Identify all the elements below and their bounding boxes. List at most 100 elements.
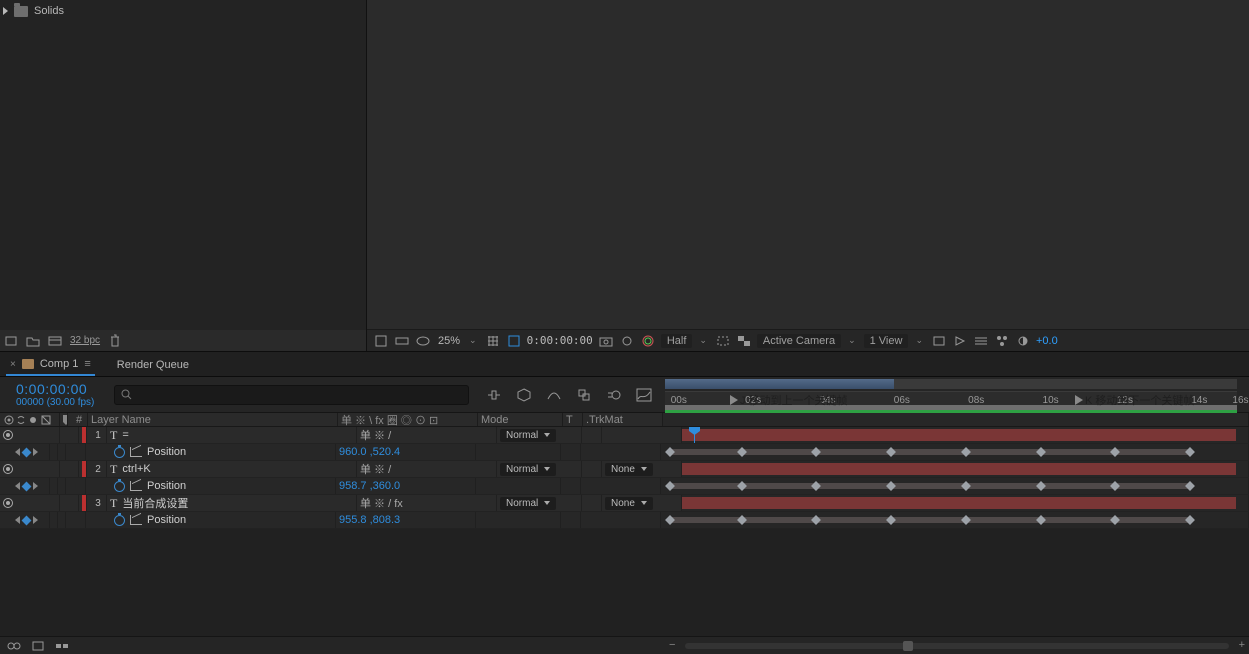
trkmat-dropdown[interactable]: None [605,497,653,510]
t-column-header[interactable]: T [563,413,583,426]
layer-name[interactable]: ctrl+K [122,463,150,475]
label-color[interactable] [82,461,86,477]
layer-switches[interactable]: 单 ※ / [357,461,497,477]
reset-exposure-icon[interactable] [1015,333,1031,349]
guides-icon[interactable] [506,333,522,349]
tab-menu-icon[interactable]: ≡ [84,358,90,370]
graph-icon[interactable] [130,515,142,525]
flowchart-icon[interactable] [994,333,1010,349]
keyframe-track[interactable] [661,512,1236,528]
color-mgmt-icon[interactable] [640,333,656,349]
fast-preview-icon[interactable] [952,333,968,349]
keyframe-diamond[interactable] [1185,515,1195,525]
current-time[interactable]: 0:00:00:00 00000 (30.00 fps) [0,381,110,408]
blend-mode-dropdown[interactable]: Normal [500,429,556,442]
roi-icon[interactable] [715,333,731,349]
marker-j[interactable]: J 移动到上一个关键帧 [730,392,848,408]
view-layout-dropdown[interactable]: 1 View ⌄ [864,330,926,352]
next-keyframe-icon[interactable] [33,482,38,490]
viewer-time[interactable]: 0:00:00:00 [527,334,593,347]
stopwatch-icon[interactable] [114,515,125,526]
prev-keyframe-icon[interactable] [15,482,20,490]
visibility-toggle[interactable] [3,464,13,474]
layer-search-input[interactable] [114,385,469,405]
position-value[interactable]: 955.8 ,808.3 [339,514,400,526]
next-keyframe-icon[interactable] [33,448,38,456]
new-comp-icon[interactable] [48,334,62,348]
layer-duration-bar[interactable] [682,463,1236,475]
layer-row[interactable]: 3T当前合成设置单 ※ / fxNormalNone [0,495,1249,512]
marker-k[interactable]: K 移动到下一个关键帧 [1075,392,1194,408]
layer-name[interactable]: 当前合成设置 [122,495,188,511]
interpret-icon[interactable] [4,334,18,348]
keyframe-diamond[interactable] [1185,481,1195,491]
trash-icon[interactable] [108,334,122,348]
alpha-icon[interactable] [373,333,389,349]
layer-switches[interactable]: 单 ※ / [357,427,497,443]
tab-comp1[interactable]: × Comp 1 ≡ [6,354,95,376]
show-snapshot-icon[interactable] [619,333,635,349]
layer-switches[interactable]: 单 ※ / fx [357,495,497,511]
switches-column-header[interactable]: 单 ※ \ fx 圈 ◎ ⊙ ⊡ [338,413,478,426]
stopwatch-icon[interactable] [114,481,125,492]
add-keyframe-icon[interactable] [21,447,31,457]
transparency-icon[interactable] [736,333,752,349]
time-navigator[interactable] [665,379,1237,389]
layer-duration-bar[interactable] [682,497,1236,509]
grid-icon[interactable] [485,333,501,349]
zoom-slider[interactable] [685,643,1229,649]
keyframe-track[interactable] [661,478,1236,494]
prev-keyframe-icon[interactable] [15,448,20,456]
keyframe-track[interactable] [661,444,1236,460]
visibility-toggle[interactable] [3,498,13,508]
playhead[interactable] [694,427,695,443]
magnification-dropdown[interactable]: 25% ⌄ [436,330,480,352]
position-value[interactable]: 960.0 ,520.4 [339,446,400,458]
channel-icon[interactable] [394,333,410,349]
graph-icon[interactable] [130,481,142,491]
layer-name[interactable]: = [122,429,128,441]
layer-row[interactable]: 2Tctrl+K单 ※ /NormalNone [0,461,1249,478]
new-folder-icon[interactable] [26,334,40,348]
tab-render-queue[interactable]: Render Queue [113,354,193,376]
mode-column-header[interactable]: Mode [478,413,563,426]
close-icon[interactable]: × [10,359,16,370]
label-color[interactable] [82,427,86,443]
add-keyframe-icon[interactable] [21,481,31,491]
layer-duration-bar[interactable] [682,429,1236,441]
layer-row[interactable]: 1T=单 ※ /Normal [0,427,1249,444]
blend-mode-dropdown[interactable]: Normal [500,497,556,510]
property-row[interactable]: Position955.8 ,808.3 [0,512,1249,529]
index-column-header[interactable]: # [68,413,88,426]
zoom-in-icon[interactable]: + [1239,639,1245,651]
keyframe-diamond[interactable] [1185,447,1195,457]
position-value[interactable]: 958.7 ,360.0 [339,480,400,492]
stopwatch-icon[interactable] [114,447,125,458]
add-keyframe-icon[interactable] [21,515,31,525]
property-row[interactable]: Position960.0 ,520.4 [0,444,1249,461]
timeline-icon[interactable] [973,333,989,349]
pixel-aspect-icon[interactable] [931,333,947,349]
time-ruler-area[interactable]: 00s02s04s06s08s10s12s14s16s J 移动到上一个关键帧 … [665,377,1249,412]
name-column-header[interactable]: Layer Name [88,413,338,426]
blend-mode-dropdown[interactable]: Normal [500,463,556,476]
composition-viewer[interactable]: 25% ⌄ 0:00:00:00 Half ⌄ Active Camera ⌄ … [367,0,1249,351]
twirl-icon[interactable] [3,7,8,15]
label-color[interactable] [82,495,86,511]
motion-blur-icon[interactable] [605,386,623,404]
bit-depth[interactable]: 32 bpc [70,335,100,346]
exposure-value[interactable]: +0.0 [1036,335,1058,347]
prev-keyframe-icon[interactable] [15,516,20,524]
visibility-toggle[interactable] [3,430,13,440]
label-column-header[interactable] [60,413,68,426]
toggle-in-out-icon[interactable] [54,638,70,654]
av-column-header[interactable] [0,413,60,426]
zoom-out-icon[interactable]: − [669,639,675,651]
next-keyframe-icon[interactable] [33,516,38,524]
toggle-switches-icon[interactable] [6,638,22,654]
property-row[interactable]: Position958.7 ,360.0 [0,478,1249,495]
project-item-solids[interactable]: Solids [3,5,64,17]
mask-icon[interactable] [415,333,431,349]
resolution-dropdown[interactable]: Half ⌄ [661,330,710,352]
trkmat-column-header[interactable]: .TrkMat [583,413,663,426]
